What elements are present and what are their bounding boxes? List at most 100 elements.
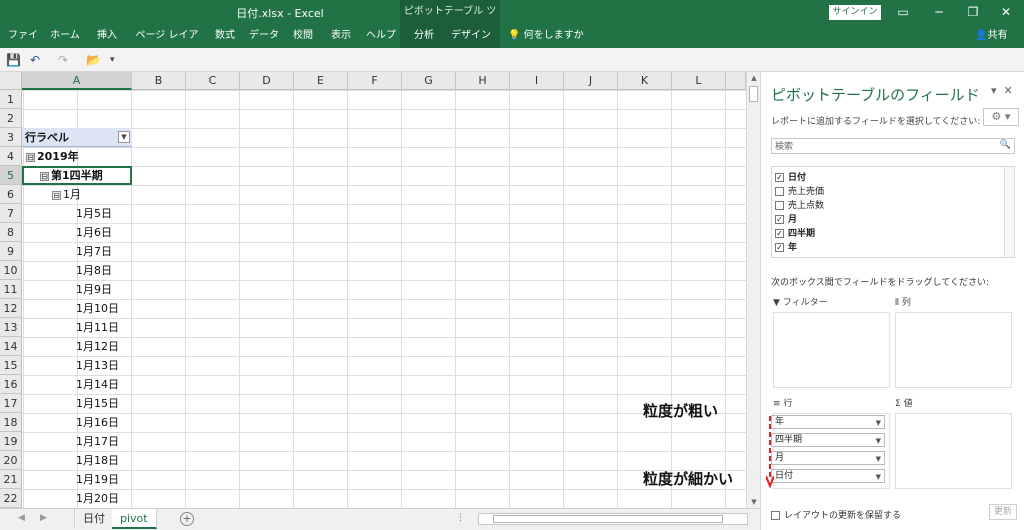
checkbox-checked[interactable]: ✓: [775, 243, 784, 252]
customize-qat-icon[interactable]: ▾: [110, 52, 115, 68]
row-header[interactable]: 3: [0, 128, 22, 147]
row-header[interactable]: 22: [0, 489, 22, 508]
pivot-date-cell[interactable]: 1月19日: [76, 470, 130, 489]
tab-view[interactable]: 表示: [324, 24, 358, 48]
pivot-date-cell[interactable]: 1月5日: [76, 204, 130, 223]
vertical-scrollbar[interactable]: ▲ ▼: [746, 72, 760, 508]
checkbox-unchecked[interactable]: [771, 511, 780, 520]
pivot-date-cell[interactable]: 1月8日: [76, 261, 130, 280]
pivot-date-cell[interactable]: 1月18日: [76, 451, 130, 470]
row-header[interactable]: 16: [0, 375, 22, 394]
gear-icon[interactable]: ⚙ ▾: [983, 108, 1019, 126]
redo-icon[interactable]: ↷: [58, 52, 68, 68]
row-header[interactable]: 9: [0, 242, 22, 261]
split-handle-icon[interactable]: ⋮: [456, 513, 465, 523]
field-item-quarter[interactable]: ✓ 四半期: [775, 227, 815, 241]
filters-drop-zone[interactable]: [773, 312, 890, 388]
pivot-date-cell[interactable]: 1月20日: [76, 489, 130, 508]
pivot-date-cell[interactable]: 1月10日: [76, 299, 130, 318]
col-header-k[interactable]: K: [618, 72, 672, 90]
row-header[interactable]: 15: [0, 356, 22, 375]
row-header[interactable]: 5: [0, 166, 22, 185]
tab-file[interactable]: ファイル: [4, 24, 42, 65]
chevron-down-icon[interactable]: ▼: [876, 417, 881, 429]
row-header[interactable]: 11: [0, 280, 22, 299]
row-field-month[interactable]: 月 ▼: [771, 451, 885, 465]
row-header[interactable]: 6: [0, 185, 22, 204]
collapse-icon[interactable]: ⊟: [52, 190, 61, 200]
row-header[interactable]: 12: [0, 299, 22, 318]
col-header-l[interactable]: L: [672, 72, 726, 90]
pivot-date-cell[interactable]: 1月12日: [76, 337, 130, 356]
pane-close-icon[interactable]: ▾ ✕: [991, 84, 1013, 97]
chevron-down-icon[interactable]: ▼: [876, 471, 881, 483]
save-icon[interactable]: 💾: [6, 52, 21, 68]
pane-options-icon[interactable]: ▾: [991, 84, 997, 97]
checkbox-unchecked[interactable]: [775, 187, 784, 196]
row-header[interactable]: 14: [0, 337, 22, 356]
filter-dropdown-icon[interactable]: ▼: [118, 131, 130, 143]
pivot-date-cell[interactable]: 1月17日: [76, 432, 130, 451]
col-header-i[interactable]: I: [510, 72, 564, 90]
ribbon-display-icon[interactable]: ▭: [885, 0, 921, 24]
row-header[interactable]: 19: [0, 432, 22, 451]
pivot-date-cell[interactable]: 1月16日: [76, 413, 130, 432]
search-icon[interactable]: 🔍: [1000, 140, 1011, 150]
row-header[interactable]: 2: [0, 109, 22, 128]
next-sheet-icon[interactable]: ▶: [40, 513, 47, 523]
field-search-input[interactable]: 検索 🔍: [771, 138, 1015, 154]
update-button[interactable]: 更新: [989, 504, 1017, 520]
columns-drop-zone[interactable]: [895, 312, 1012, 388]
pivot-date-cell[interactable]: 1月7日: [76, 242, 130, 261]
field-item-sales-count[interactable]: 売上点数: [775, 199, 824, 213]
tab-review[interactable]: 校閲: [286, 24, 320, 48]
chevron-down-icon[interactable]: ▼: [876, 435, 881, 447]
sheet-tab-date[interactable]: 日付: [74, 509, 114, 529]
pivot-row-labels-header[interactable]: 行ラベル ▼: [22, 128, 132, 147]
tab-design[interactable]: デザイン: [448, 24, 494, 48]
field-item-date[interactable]: ✓ 日付: [775, 171, 806, 185]
col-header-c[interactable]: C: [186, 72, 240, 90]
horizontal-scrollbar[interactable]: [478, 513, 748, 525]
pivot-date-cell[interactable]: 1月13日: [76, 356, 130, 375]
row-header[interactable]: 7: [0, 204, 22, 223]
row-field-year[interactable]: 年 ▼: [771, 415, 885, 429]
checkbox-checked[interactable]: ✓: [775, 215, 784, 224]
scroll-down-icon[interactable]: ▼: [747, 496, 761, 508]
undo-icon[interactable]: ↶: [30, 52, 40, 68]
prev-sheet-icon[interactable]: ◀: [18, 513, 25, 523]
hscroll-thumb[interactable]: [493, 515, 723, 523]
row-header[interactable]: 18: [0, 413, 22, 432]
defer-update-option[interactable]: レイアウトの更新を保留する: [771, 508, 901, 521]
values-area[interactable]: Σ 値: [895, 397, 1012, 489]
scroll-thumb[interactable]: [749, 86, 758, 102]
filters-area[interactable]: ▼ フィルター: [773, 296, 890, 388]
col-header-a[interactable]: A: [22, 72, 132, 90]
tab-data[interactable]: データ: [246, 24, 282, 48]
checkbox-checked[interactable]: ✓: [775, 229, 784, 238]
field-item-sales-price[interactable]: 売上売価: [775, 185, 824, 199]
tab-page-layout[interactable]: ページ レイアウト: [132, 24, 202, 65]
rows-area[interactable]: ≡ 行: [773, 397, 890, 489]
row-header[interactable]: 13: [0, 318, 22, 337]
field-item-month[interactable]: ✓ 月: [775, 213, 797, 227]
close-button[interactable]: ✕: [988, 0, 1024, 24]
values-drop-zone[interactable]: [895, 413, 1012, 489]
tab-analyze[interactable]: 分析: [406, 24, 442, 48]
open-folder-icon[interactable]: 📂: [86, 52, 101, 68]
row-header[interactable]: 20: [0, 451, 22, 470]
select-all-corner[interactable]: [0, 72, 22, 90]
add-sheet-icon[interactable]: +: [180, 512, 194, 526]
pivot-date-cell[interactable]: 1月6日: [76, 223, 130, 242]
scroll-up-icon[interactable]: ▲: [747, 72, 761, 84]
signin-button[interactable]: サインイン: [829, 5, 881, 20]
col-header-m[interactable]: [726, 72, 746, 90]
col-header-j[interactable]: J: [564, 72, 618, 90]
tab-insert[interactable]: 挿入: [90, 24, 124, 48]
row-header[interactable]: 4: [0, 147, 22, 166]
col-header-b[interactable]: B: [132, 72, 186, 90]
share-button[interactable]: 👤共有: [975, 24, 1007, 48]
checkbox-checked[interactable]: ✓: [775, 173, 784, 182]
row-header[interactable]: 1: [0, 90, 22, 109]
tab-formulas[interactable]: 数式: [208, 24, 242, 48]
